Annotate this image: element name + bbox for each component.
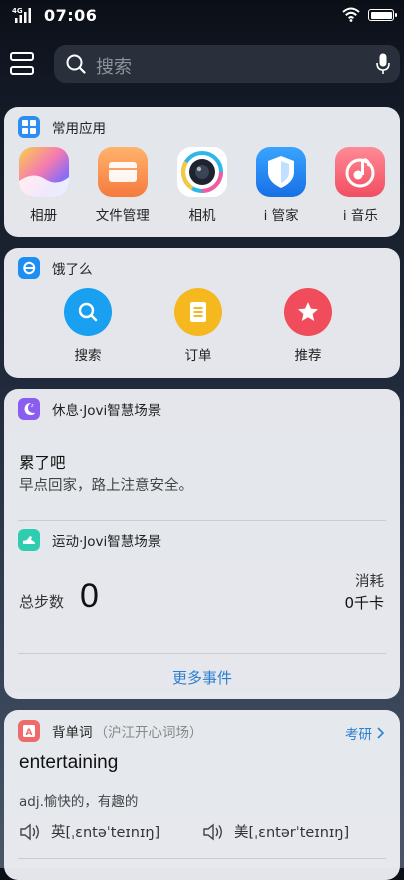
vocab-tag-button[interactable]: 考研: [345, 723, 386, 743]
vocab-logo-icon: A: [18, 720, 40, 742]
vocab-title: 背单词: [52, 725, 93, 741]
battery-icon: [368, 9, 397, 21]
app-i-manager[interactable]: i 管家: [242, 147, 321, 224]
eleme-search-button[interactable]: 搜索: [43, 288, 133, 364]
eleme-order-button[interactable]: 订单: [153, 288, 243, 364]
app-file-manager[interactable]: 文件管理: [83, 147, 162, 224]
eleme-logo-icon: [18, 257, 40, 279]
search-placeholder: 搜索: [96, 57, 132, 78]
frequent-apps-header: 常用应用: [18, 116, 106, 138]
speaker-icon: [203, 823, 222, 840]
search-icon: [66, 54, 86, 74]
app-camera[interactable]: 相机: [162, 147, 241, 224]
shield-icon: [256, 147, 307, 197]
app-i-music[interactable]: i 音乐: [321, 147, 400, 224]
cellular-signal-icon: 4G: [12, 7, 31, 23]
pronunciation-uk: 英[ˌɛntəˈteɪnɪŋ]: [51, 825, 161, 841]
eleme-action-label: 推荐: [294, 348, 322, 364]
menu-toggle-icon[interactable]: [10, 52, 36, 76]
search-icon: [64, 288, 112, 336]
chevron-right-icon: [377, 727, 385, 739]
microphone-icon[interactable]: [376, 53, 390, 75]
file-manager-icon: [97, 147, 148, 197]
star-icon: [284, 288, 332, 336]
wifi-icon: [342, 7, 360, 22]
more-events-button[interactable]: 更多事件: [4, 667, 400, 688]
rest-heading: 累了吧: [19, 454, 66, 472]
eleme-title: 饿了么: [52, 262, 93, 278]
vocab-card: A 背单词 （沪江开心词场） 考研 entertaining adj.愉快的，有…: [4, 710, 400, 880]
app-label: i 管家: [263, 208, 299, 224]
svg-text:A: A: [26, 728, 33, 738]
order-icon: [174, 288, 222, 336]
calorie-value: 0千卡: [344, 594, 384, 612]
apps-grid-icon: [18, 116, 40, 138]
frequent-apps-card: 常用应用 相册 文件管理 相机 i 管家 i 音乐: [4, 107, 400, 237]
vocab-meaning: adj.愉快的，有趣的: [19, 794, 139, 810]
jovi-card: z 休息·Jovi智慧场景 累了吧 早点回家，路上注意安全。 运动·Jovi智慧…: [4, 389, 400, 699]
vocab-word: entertaining: [19, 752, 119, 773]
eleme-action-label: 搜索: [74, 348, 102, 364]
vocab-subtitle: （沪江开心词场）: [94, 725, 203, 741]
steps-count: 0: [80, 577, 99, 615]
search-input[interactable]: 搜索: [54, 45, 400, 83]
vocab-tag: 考研: [345, 727, 372, 743]
clock: 07:06: [44, 6, 98, 25]
svg-text:z: z: [31, 403, 34, 409]
rest-header: z 休息·Jovi智慧场景: [18, 398, 161, 420]
app-label: 文件管理: [95, 208, 150, 224]
network-type: 4G: [12, 7, 23, 15]
pronounce-uk-button[interactable]: 英[ˌɛntəˈteɪnɪŋ]: [19, 821, 160, 842]
status-bar: 4G 07:06: [0, 0, 404, 32]
eleme-card: 饿了么 搜索 订单 推荐: [4, 248, 400, 378]
vocab-header: A 背单词 （沪江开心词场）: [18, 720, 203, 742]
app-label: 相机: [188, 208, 216, 224]
divider: [18, 520, 386, 521]
moon-icon: z: [18, 398, 40, 420]
sport-header: 运动·Jovi智慧场景: [18, 529, 161, 551]
frequent-apps-title: 常用应用: [52, 121, 106, 137]
divider: [18, 653, 386, 654]
app-label: i 音乐: [342, 208, 378, 224]
rest-title: 休息·Jovi智慧场景: [52, 403, 162, 419]
sport-title: 运动·Jovi智慧场景: [52, 534, 162, 550]
eleme-header: 饿了么: [18, 257, 93, 279]
app-album[interactable]: 相册: [4, 147, 83, 224]
divider: [18, 858, 386, 859]
album-icon: [18, 147, 69, 197]
speaker-icon: [20, 823, 39, 840]
pronunciation-us: 美[ˌɛntərˈteɪnɪŋ]: [234, 825, 350, 841]
steps-label: 总步数: [19, 593, 65, 611]
sneaker-icon: [18, 529, 40, 551]
rest-message: 早点回家，路上注意安全。: [19, 478, 193, 494]
eleme-action-label: 订单: [184, 348, 212, 364]
camera-icon: [176, 147, 227, 197]
calorie-label: 消耗: [355, 574, 384, 590]
pronounce-us-button[interactable]: 美[ˌɛntərˈteɪnɪŋ]: [202, 821, 349, 842]
music-icon: [335, 147, 386, 197]
eleme-recommend-button[interactable]: 推荐: [263, 288, 353, 364]
app-label: 相册: [30, 208, 58, 224]
